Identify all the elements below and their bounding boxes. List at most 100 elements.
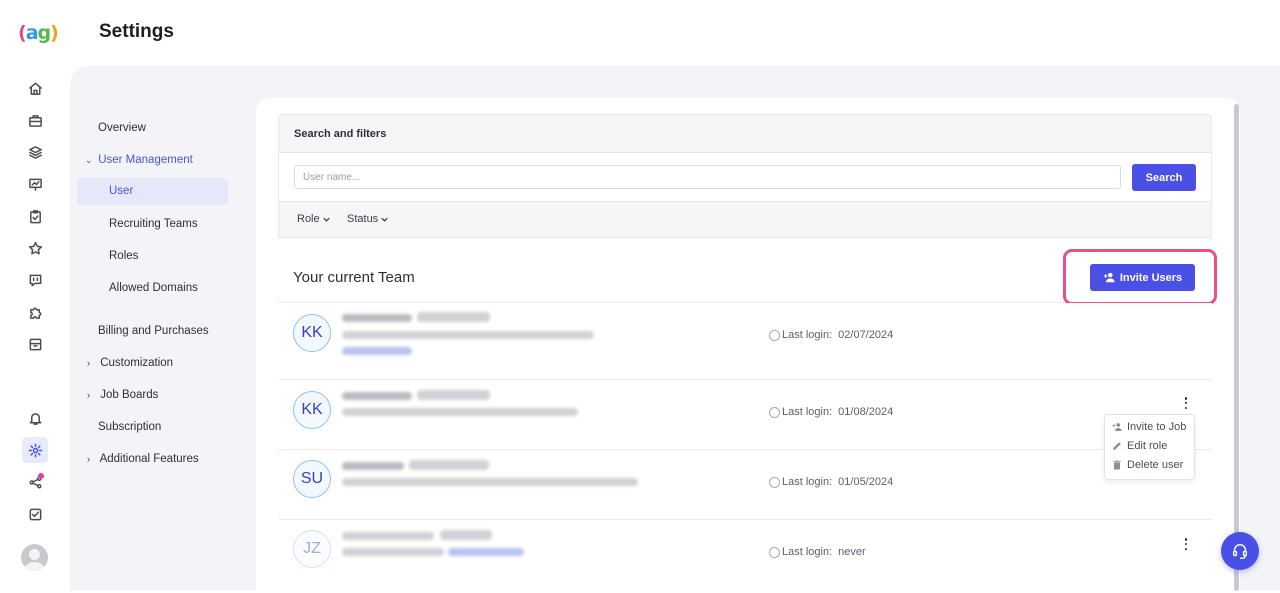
gear-icon[interactable] bbox=[22, 437, 48, 463]
status-filter-dropdown[interactable]: Status bbox=[347, 213, 389, 225]
subnav-recruiting-teams[interactable]: Recruiting Teams bbox=[109, 218, 198, 230]
subnav-subscription[interactable]: Subscription bbox=[98, 421, 161, 433]
last-login-date: never bbox=[838, 546, 866, 558]
menu-edit-role-label: Edit role bbox=[1127, 440, 1168, 452]
subnav-allowed-domains[interactable]: Allowed Domains bbox=[109, 282, 198, 294]
last-login-label: Last login: bbox=[782, 546, 833, 558]
logo-letter-g: g bbox=[37, 22, 52, 44]
pencil-icon bbox=[1113, 442, 1121, 450]
app-logo[interactable]: (ag) bbox=[18, 20, 59, 46]
subnav-job-boards[interactable]: › Job Boards bbox=[87, 389, 158, 401]
home-icon[interactable] bbox=[22, 75, 48, 101]
member-avatar: KK bbox=[293, 314, 331, 352]
subnav-additional-features[interactable]: › Additional Features bbox=[87, 453, 199, 465]
redacted-badge bbox=[417, 312, 490, 322]
subnav-billing[interactable]: Billing and Purchases bbox=[98, 325, 209, 337]
last-login-label: Last login: bbox=[782, 329, 833, 341]
subnav-customization[interactable]: › Customization bbox=[87, 357, 173, 369]
subnav-user-management-label: User Management bbox=[98, 154, 193, 166]
subnav-customization-label: Customization bbox=[100, 357, 174, 369]
user-avatar[interactable] bbox=[21, 544, 48, 571]
status-filter-label: Status bbox=[347, 213, 379, 225]
last-login-label: Last login: bbox=[782, 476, 833, 488]
row-menu-icon[interactable] bbox=[1183, 397, 1189, 409]
last-login-date: 01/05/2024 bbox=[838, 476, 894, 488]
share-icon[interactable] bbox=[22, 469, 48, 495]
member-avatar: KK bbox=[293, 391, 331, 429]
clock-icon bbox=[769, 406, 780, 418]
redacted-link bbox=[448, 548, 524, 556]
redacted-name bbox=[342, 532, 434, 540]
menu-edit-role[interactable]: Edit role bbox=[1112, 440, 1167, 452]
star-icon[interactable] bbox=[22, 235, 48, 261]
subnav-overview[interactable]: Overview bbox=[98, 122, 146, 134]
chevron-right-icon: › bbox=[87, 454, 90, 464]
menu-invite-to-job[interactable]: Invite to Job bbox=[1112, 421, 1186, 433]
scrollbar[interactable] bbox=[1234, 104, 1239, 591]
redacted-name bbox=[342, 462, 404, 470]
redacted-link bbox=[342, 347, 412, 355]
user-search-input[interactable] bbox=[294, 165, 1121, 189]
redacted-name bbox=[342, 392, 412, 400]
clock-icon bbox=[769, 329, 780, 341]
chat-icon[interactable] bbox=[22, 267, 48, 293]
clipboard-check-icon[interactable] bbox=[22, 203, 48, 229]
clock-icon bbox=[769, 546, 780, 558]
redacted-badge bbox=[440, 530, 492, 540]
last-login-date: 02/07/2024 bbox=[838, 329, 894, 341]
chevron-right-icon: › bbox=[87, 390, 90, 400]
page-title: Settings bbox=[99, 21, 174, 42]
table-row[interactable]: KK Last login: 02/07/2024 bbox=[278, 303, 1212, 380]
checkbox-icon[interactable] bbox=[22, 501, 48, 527]
row-context-menu: Invite to Job Edit role Delete user bbox=[1104, 414, 1195, 480]
subnav-job-boards-label: Job Boards bbox=[100, 389, 159, 401]
filters-title: Search and filters bbox=[294, 128, 387, 140]
menu-delete-user[interactable]: Delete user bbox=[1112, 459, 1183, 471]
table-row[interactable]: SU Last login: 01/05/2024 bbox=[278, 450, 1212, 520]
search-filters-panel: Search and filters Search Role Status bbox=[278, 114, 1212, 238]
redacted-email bbox=[342, 478, 638, 486]
redacted-badge bbox=[409, 460, 489, 470]
search-row: Search bbox=[279, 152, 1211, 202]
table-row[interactable]: JZ Last login: never bbox=[278, 520, 1212, 593]
chevron-down-icon bbox=[322, 217, 330, 222]
last-login: Last login: 02/07/2024 bbox=[769, 329, 893, 341]
redacted-email bbox=[342, 548, 444, 556]
briefcase-icon[interactable] bbox=[22, 107, 48, 133]
member-avatar: SU bbox=[293, 460, 331, 498]
last-login-date: 01/08/2024 bbox=[838, 406, 894, 418]
row-menu-icon[interactable] bbox=[1183, 538, 1189, 550]
subnav-user-management[interactable]: ⌄ User Management bbox=[85, 154, 193, 166]
layers-icon[interactable] bbox=[22, 139, 48, 165]
headset-icon bbox=[1232, 544, 1248, 559]
notification-dot bbox=[38, 473, 44, 479]
chevron-right-icon: › bbox=[87, 358, 90, 368]
last-login: Last login: 01/05/2024 bbox=[769, 476, 893, 488]
team-title: Your current Team bbox=[293, 269, 415, 286]
support-chat-button[interactable] bbox=[1221, 532, 1259, 570]
menu-invite-to-job-label: Invite to Job bbox=[1127, 421, 1187, 433]
logo-paren-open: ( bbox=[18, 22, 27, 44]
member-avatar: JZ bbox=[293, 530, 331, 568]
trash-icon bbox=[1113, 460, 1121, 470]
icon-rail: (ag) bbox=[0, 0, 70, 591]
clock-icon bbox=[769, 476, 780, 488]
role-filter-label: Role bbox=[297, 213, 320, 225]
table-row[interactable]: KK Last login: 01/08/2024 bbox=[278, 380, 1212, 450]
menu-delete-user-label: Delete user bbox=[1127, 459, 1184, 471]
last-login-label: Last login: bbox=[782, 406, 833, 418]
subnav-user[interactable]: User bbox=[77, 178, 228, 205]
chevron-down-icon bbox=[381, 217, 388, 222]
bell-icon[interactable] bbox=[22, 405, 48, 431]
invite-users-button[interactable]: Invite Users bbox=[1090, 264, 1195, 291]
presentation-icon[interactable] bbox=[22, 171, 48, 197]
subnav-roles[interactable]: Roles bbox=[109, 250, 138, 262]
user-plus-icon bbox=[1112, 423, 1122, 431]
search-button[interactable]: Search bbox=[1132, 164, 1196, 191]
archive-icon[interactable] bbox=[22, 331, 48, 357]
redacted-name bbox=[342, 314, 412, 322]
role-filter-dropdown[interactable]: Role bbox=[297, 213, 331, 225]
logo-paren-close: ) bbox=[50, 22, 59, 44]
puzzle-icon[interactable] bbox=[22, 299, 48, 325]
logo-letter-a: a bbox=[25, 22, 39, 44]
